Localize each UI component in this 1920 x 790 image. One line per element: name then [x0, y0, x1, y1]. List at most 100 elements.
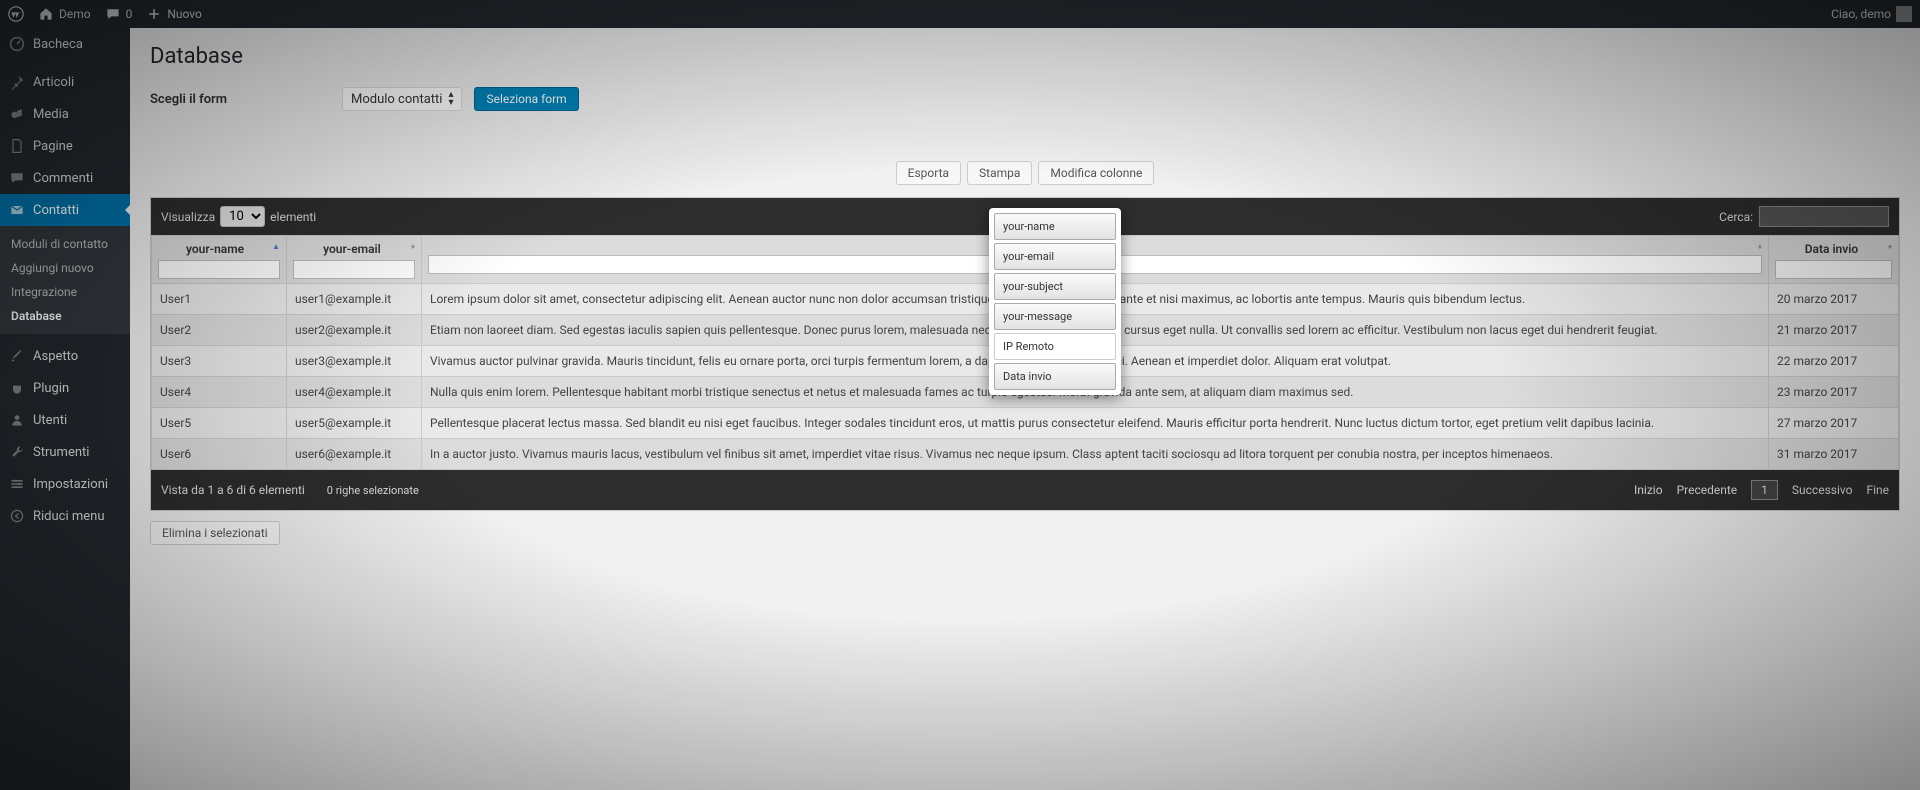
main-content: Database Scegli il form Modulo contatti ▴…: [130, 28, 1920, 790]
avatar-icon: [1896, 6, 1912, 22]
sidebar-item-aspetto[interactable]: Aspetto: [0, 340, 130, 372]
column-toggle-your-subject[interactable]: your-subject: [994, 273, 1116, 300]
sort-icon: ♦: [1758, 242, 1762, 251]
sidebar-item-label: Aspetto: [33, 349, 78, 364]
submenu-integrazione[interactable]: Integrazione: [0, 280, 130, 304]
edit-columns-button[interactable]: Modifica colonne: [1038, 161, 1154, 185]
column-toggle-your-email[interactable]: your-email: [994, 243, 1116, 270]
cell-email: user4@example.it: [287, 377, 422, 408]
submenu-aggiungi[interactable]: Aggiungi nuovo: [0, 256, 130, 280]
cell-date: 21 marzo 2017: [1769, 315, 1899, 346]
sidebar-item-bacheca[interactable]: Bacheca: [0, 28, 130, 60]
media-icon: [9, 106, 25, 122]
column-toggle-your-name[interactable]: your-name: [994, 213, 1116, 240]
length-suffix: elementi: [270, 210, 316, 224]
sidebar-item-label: Bacheca: [33, 37, 83, 52]
cell-email: user3@example.it: [287, 346, 422, 377]
home-icon: [38, 6, 54, 22]
col-filter-your-email[interactable]: [293, 260, 415, 279]
cell-message: Pellentesque placerat lectus massa. Sed …: [422, 408, 1769, 439]
settings-icon: [9, 476, 25, 492]
table-selected-info: 0 righe selezionate: [327, 484, 419, 497]
page-last[interactable]: Fine: [1866, 483, 1889, 497]
sidebar-item-articoli[interactable]: Articoli: [0, 66, 130, 98]
greeting-text: Ciao, demo: [1831, 7, 1891, 21]
cell-name: User4: [152, 377, 287, 408]
delete-selected-button[interactable]: Elimina i selezionati: [150, 521, 280, 545]
cell-email: user1@example.it: [287, 284, 422, 315]
sidebar-item-utenti[interactable]: Utenti: [0, 404, 130, 436]
form-select-value: Modulo contatti: [351, 92, 442, 107]
pagination: Inizio Precedente 1 Successivo Fine: [1634, 480, 1889, 500]
cell-name: User3: [152, 346, 287, 377]
sidebar-item-commenti[interactable]: Commenti: [0, 162, 130, 194]
page-prev[interactable]: Precedente: [1677, 483, 1738, 497]
column-toggle-ip-remoto[interactable]: IP Remoto: [994, 333, 1116, 360]
sort-icon: ♦: [411, 242, 415, 251]
admin-sidebar: Bacheca Articoli Media Pagine Commenti C…: [0, 28, 130, 790]
col-filter-your-name[interactable]: [158, 260, 280, 279]
export-button[interactable]: Esporta: [896, 161, 961, 185]
sidebar-item-impostazioni[interactable]: Impostazioni: [0, 468, 130, 500]
print-button[interactable]: Stampa: [967, 161, 1032, 185]
table-row[interactable]: User5user5@example.itPellentesque placer…: [152, 408, 1899, 439]
sidebar-item-pagine[interactable]: Pagine: [0, 130, 130, 162]
sidebar-item-media[interactable]: Media: [0, 98, 130, 130]
col-your-email[interactable]: your-email ♦: [287, 236, 422, 284]
form-select[interactable]: Modulo contatti ▴▾: [342, 87, 462, 111]
page-icon: [9, 138, 25, 154]
form-selector-label: Scegli il form: [150, 92, 330, 107]
col-label: Data invio: [1805, 242, 1858, 256]
col-your-name[interactable]: your-name▲: [152, 236, 287, 284]
chevron-updown-icon: ▴▾: [448, 91, 453, 107]
col-label: your-name: [186, 242, 244, 256]
col-filter-date[interactable]: [1775, 260, 1892, 279]
col-data-invio[interactable]: Data invio ♦: [1769, 236, 1899, 284]
wp-logo[interactable]: [8, 6, 24, 22]
cell-email: user2@example.it: [287, 315, 422, 346]
page-first[interactable]: Inizio: [1634, 483, 1663, 497]
form-selector-row: Scegli il form Modulo contatti ▴▾ Selezio…: [150, 87, 1900, 111]
sidebar-item-label: Contatti: [33, 203, 79, 218]
search-input[interactable]: [1759, 206, 1889, 227]
sidebar-item-label: Impostazioni: [33, 477, 108, 492]
page-current[interactable]: 1: [1751, 480, 1778, 500]
column-toggle-your-message[interactable]: your-message: [994, 303, 1116, 330]
column-toggle-data-invio[interactable]: Data invio: [994, 363, 1116, 390]
search-control: Cerca:: [1719, 206, 1889, 227]
sidebar-item-contatti[interactable]: Contatti: [0, 194, 130, 226]
page-next[interactable]: Successivo: [1792, 483, 1853, 497]
table-row[interactable]: User6user6@example.itIn a auctor justo. …: [152, 439, 1899, 470]
sort-icon: ♦: [1888, 242, 1892, 251]
comment-bubble-icon: [105, 6, 121, 22]
page-title: Database: [150, 34, 1900, 87]
length-select[interactable]: 10: [220, 206, 265, 227]
cell-message: In a auctor justo. Vivamus mauris lacus,…: [422, 439, 1769, 470]
sidebar-item-strumenti[interactable]: Strumenti: [0, 436, 130, 468]
sidebar-item-label: Commenti: [33, 171, 93, 186]
user-greeting[interactable]: Ciao, demo: [1831, 6, 1912, 22]
users-icon: [9, 412, 25, 428]
cell-email: user5@example.it: [287, 408, 422, 439]
new-link[interactable]: Nuovo: [146, 6, 202, 22]
site-name: Demo: [59, 7, 91, 21]
sidebar-item-riduci[interactable]: Riduci menu: [0, 500, 130, 532]
collapse-icon: [9, 508, 25, 524]
submenu-database[interactable]: Database: [0, 304, 130, 328]
cell-name: User2: [152, 315, 287, 346]
sidebar-submenu-contatti: Moduli di contatto Aggiungi nuovo Integr…: [0, 226, 130, 334]
select-form-button[interactable]: Seleziona form: [474, 87, 578, 111]
cell-date: 31 marzo 2017: [1769, 439, 1899, 470]
comments-link[interactable]: 0: [105, 6, 133, 22]
sidebar-item-label: Media: [33, 107, 69, 122]
sidebar-item-plugin[interactable]: Plugin: [0, 372, 130, 404]
col-label: your-email: [323, 242, 381, 256]
submenu-moduli[interactable]: Moduli di contatto: [0, 232, 130, 256]
cell-date: 20 marzo 2017: [1769, 284, 1899, 315]
cell-name: User5: [152, 408, 287, 439]
pin-icon: [9, 74, 25, 90]
cell-email: user6@example.it: [287, 439, 422, 470]
table-info: Vista da 1 a 6 di 6 elementi: [161, 483, 305, 497]
site-home[interactable]: Demo: [38, 6, 91, 22]
sidebar-item-label: Riduci menu: [33, 509, 105, 524]
